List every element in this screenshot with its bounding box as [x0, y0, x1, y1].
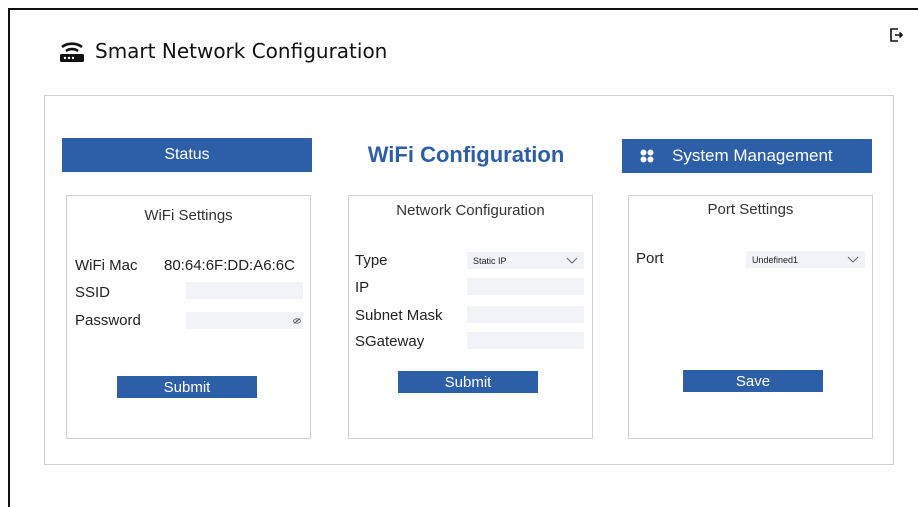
- router-icon: [60, 42, 84, 62]
- status-button[interactable]: Status: [62, 138, 312, 172]
- system-management-label: System Management: [672, 146, 833, 165]
- port-settings-title: Port Settings: [707, 201, 794, 218]
- wifi-mac-value: 80:64:6F:DD:A6:6C: [164, 257, 295, 274]
- window-border-top: [8, 8, 918, 10]
- wifi-mac-label: WiFi Mac: [75, 257, 138, 274]
- port-label: Port: [636, 250, 664, 267]
- chevron-down-icon: [566, 257, 578, 264]
- port-settings-card: [628, 195, 873, 439]
- password-input[interactable]: [186, 312, 303, 329]
- wifi-submit-button[interactable]: Submit: [117, 376, 257, 398]
- grid-icon: [640, 149, 654, 163]
- password-label: Password: [75, 312, 141, 329]
- subnet-mask-label: Subnet Mask: [355, 307, 443, 324]
- chevron-down-icon: [847, 256, 859, 263]
- page-heading: WiFi Configuration: [367, 142, 565, 167]
- app-title: Smart Network Configuration: [95, 39, 388, 63]
- type-select-value: Static IP: [473, 255, 507, 266]
- gateway-input[interactable]: [467, 332, 584, 349]
- ip-input[interactable]: [467, 278, 584, 295]
- network-configuration-title: Network Configuration: [396, 202, 545, 219]
- type-select[interactable]: Static IP: [467, 252, 584, 269]
- gateway-label: SGateway: [355, 333, 425, 350]
- app-header: Smart Network Configuration: [57, 38, 387, 64]
- type-label: Type: [355, 252, 388, 269]
- eye-off-icon[interactable]: [293, 318, 301, 324]
- system-management-button[interactable]: System Management: [622, 139, 872, 173]
- port-select-value: Undefined1: [752, 254, 799, 265]
- port-select[interactable]: Undefined1: [746, 251, 865, 268]
- wifi-settings-title: WiFi Settings: [144, 207, 233, 224]
- ssid-input[interactable]: [186, 282, 303, 299]
- port-save-button[interactable]: Save: [683, 370, 823, 392]
- network-submit-button[interactable]: Submit: [398, 371, 538, 393]
- window-border-left: [8, 8, 10, 507]
- ip-label: IP: [355, 279, 370, 296]
- ssid-label: SSID: [75, 284, 111, 301]
- subnet-mask-input[interactable]: [467, 306, 584, 323]
- exit-icon[interactable]: [888, 27, 904, 43]
